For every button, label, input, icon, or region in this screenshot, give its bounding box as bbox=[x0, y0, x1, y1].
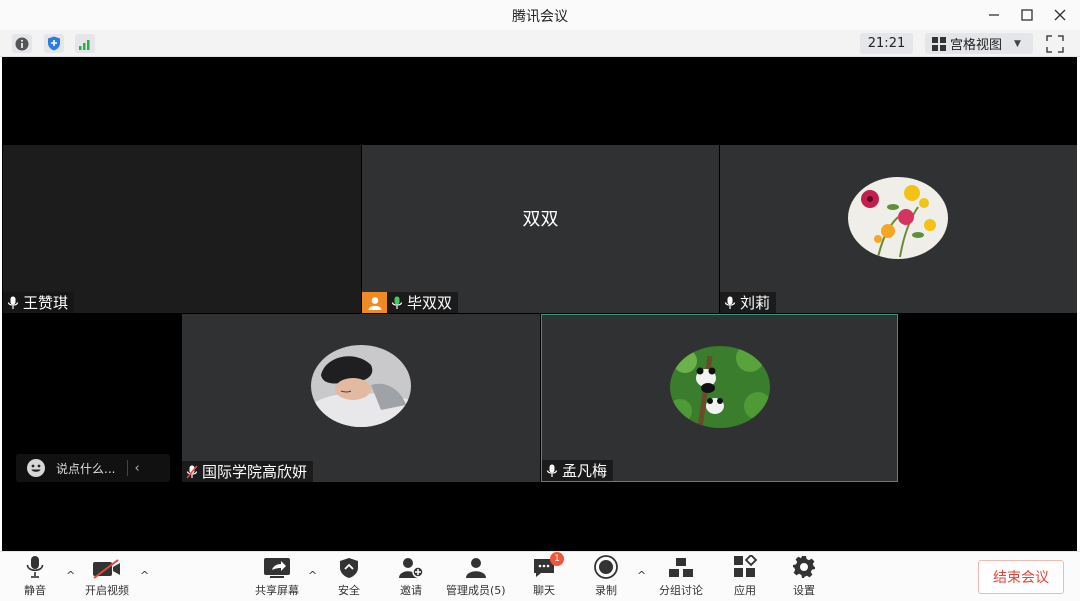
record-label: 录制 bbox=[595, 584, 617, 597]
info-icon bbox=[15, 37, 29, 50]
settings-label: 设置 bbox=[793, 584, 815, 597]
caret-down-icon: ▼ bbox=[1014, 38, 1021, 49]
members-label: 管理成员(5) bbox=[446, 584, 506, 597]
record-icon bbox=[594, 555, 618, 579]
chat-quick-input[interactable]: 说点什么... ‹ bbox=[16, 454, 170, 482]
maximize-button[interactable] bbox=[1015, 4, 1039, 26]
microphone-icon bbox=[26, 556, 44, 578]
participant-name-bar: 刘莉 bbox=[720, 292, 777, 313]
breakout-label: 分组讨论 bbox=[659, 584, 703, 597]
mute-button[interactable]: 静音 bbox=[24, 555, 46, 598]
avatar bbox=[848, 177, 948, 259]
apps-icon bbox=[734, 555, 757, 577]
invite-button[interactable]: 邀请 bbox=[398, 555, 424, 598]
start-video-button[interactable]: 开启视频 bbox=[85, 555, 129, 598]
video-options-chevron-icon[interactable]: ^ bbox=[140, 569, 149, 582]
share-options-chevron-icon[interactable]: ^ bbox=[308, 569, 317, 582]
maximize-icon bbox=[1021, 9, 1033, 21]
members-icon bbox=[465, 558, 486, 578]
chevron-left-icon[interactable]: ‹ bbox=[134, 461, 139, 476]
meeting-controls: 静音 ^ 开启视频 ^ 共享屏幕 ^ 安全 邀请 管理成员(5) 1 聊天 录制… bbox=[0, 551, 1080, 601]
minimize-button[interactable] bbox=[982, 4, 1006, 26]
video-stage: 王赞琪 双双 毕双双 刘莉 国际学院高欣妍 孟凡梅 说点什么... ‹ bbox=[2, 57, 1077, 551]
user-icon bbox=[368, 296, 381, 310]
meeting-info-button[interactable] bbox=[12, 34, 32, 53]
video-tile-2[interactable]: 双双 毕双双 bbox=[362, 145, 719, 313]
grid-view-icon bbox=[932, 36, 946, 51]
divider bbox=[127, 460, 129, 476]
participant-name-bar: 王赞琪 bbox=[3, 292, 75, 313]
fullscreen-icon bbox=[1046, 35, 1064, 53]
video-tile-3[interactable]: 刘莉 bbox=[720, 145, 1077, 313]
mute-options-chevron-icon[interactable]: ^ bbox=[66, 569, 75, 582]
participant-name: 王赞琪 bbox=[23, 294, 69, 312]
mic-icon bbox=[724, 296, 736, 310]
invite-label: 邀请 bbox=[400, 584, 422, 597]
manage-members-button[interactable]: 管理成员(5) bbox=[446, 555, 506, 598]
video-off-icon bbox=[93, 559, 120, 579]
security-shield-icon bbox=[340, 558, 358, 578]
meeting-info-bar: 21:21 宫格视图 ▼ bbox=[0, 30, 1080, 57]
invite-user-icon bbox=[399, 558, 424, 578]
share-screen-button[interactable]: 共享屏幕 bbox=[255, 555, 299, 598]
mute-label: 静音 bbox=[24, 584, 46, 597]
participant-name-bar: 国际学院高欣妍 bbox=[182, 461, 314, 482]
video-tile-4[interactable]: 国际学院高欣妍 bbox=[182, 314, 540, 482]
host-badge bbox=[362, 292, 387, 313]
mic-active-icon bbox=[391, 296, 403, 310]
window-title: 腾讯会议 bbox=[512, 9, 568, 25]
title-bar: 腾讯会议 bbox=[0, 0, 1080, 30]
signal-icon bbox=[79, 39, 90, 50]
person-avatar-image bbox=[311, 345, 411, 427]
apps-button[interactable]: 应用 bbox=[733, 555, 757, 598]
participant-name-bar: 孟凡梅 bbox=[542, 460, 614, 481]
close-icon bbox=[1054, 9, 1066, 21]
participant-name: 刘莉 bbox=[740, 294, 771, 312]
shield-icon bbox=[48, 36, 60, 51]
record-button[interactable]: 录制 bbox=[594, 555, 618, 598]
record-options-chevron-icon[interactable]: ^ bbox=[637, 569, 646, 582]
avatar bbox=[311, 345, 411, 427]
chat-label: 聊天 bbox=[533, 584, 555, 597]
share-screen-icon bbox=[264, 558, 290, 578]
mic-icon bbox=[546, 464, 558, 478]
video-label: 开启视频 bbox=[85, 584, 129, 597]
security-button[interactable]: 安全 bbox=[338, 555, 360, 598]
share-label: 共享屏幕 bbox=[255, 584, 299, 597]
gear-icon bbox=[793, 556, 815, 578]
close-button[interactable] bbox=[1048, 4, 1072, 26]
encryption-button[interactable] bbox=[44, 34, 64, 53]
participant-name: 毕双双 bbox=[407, 294, 453, 312]
meeting-duration: 21:21 bbox=[860, 33, 913, 54]
mic-icon bbox=[7, 296, 19, 310]
emoji-icon[interactable] bbox=[26, 458, 46, 478]
unread-badge: 1 bbox=[550, 552, 564, 566]
participant-display-name: 双双 bbox=[522, 209, 559, 230]
fullscreen-button[interactable] bbox=[1046, 35, 1064, 53]
settings-button[interactable]: 设置 bbox=[792, 555, 816, 598]
end-meeting-button[interactable]: 结束会议 bbox=[978, 560, 1064, 594]
security-label: 安全 bbox=[338, 584, 360, 597]
mic-muted-icon bbox=[186, 464, 198, 479]
view-mode-label: 宫格视图 bbox=[950, 38, 1003, 53]
breakout-rooms-button[interactable]: 分组讨论 bbox=[659, 555, 703, 598]
breakout-icon bbox=[669, 558, 693, 577]
chat-button[interactable]: 1 聊天 bbox=[532, 552, 564, 598]
participant-name-bar: 毕双双 bbox=[362, 292, 459, 313]
flowers-avatar-image bbox=[848, 177, 948, 259]
chat-placeholder[interactable]: 说点什么... bbox=[56, 460, 115, 477]
minimize-icon bbox=[989, 14, 999, 16]
avatar bbox=[670, 346, 770, 428]
network-status-button[interactable] bbox=[75, 34, 95, 53]
video-tile-5[interactable]: 孟凡梅 bbox=[541, 314, 898, 482]
video-tile-1[interactable]: 王赞琪 bbox=[3, 145, 361, 313]
panda-avatar-image bbox=[670, 346, 770, 428]
participant-name: 孟凡梅 bbox=[562, 462, 608, 480]
apps-label: 应用 bbox=[734, 584, 756, 597]
view-mode-dropdown[interactable]: 宫格视图 ▼ bbox=[925, 33, 1033, 54]
participant-name: 国际学院高欣妍 bbox=[202, 463, 308, 481]
